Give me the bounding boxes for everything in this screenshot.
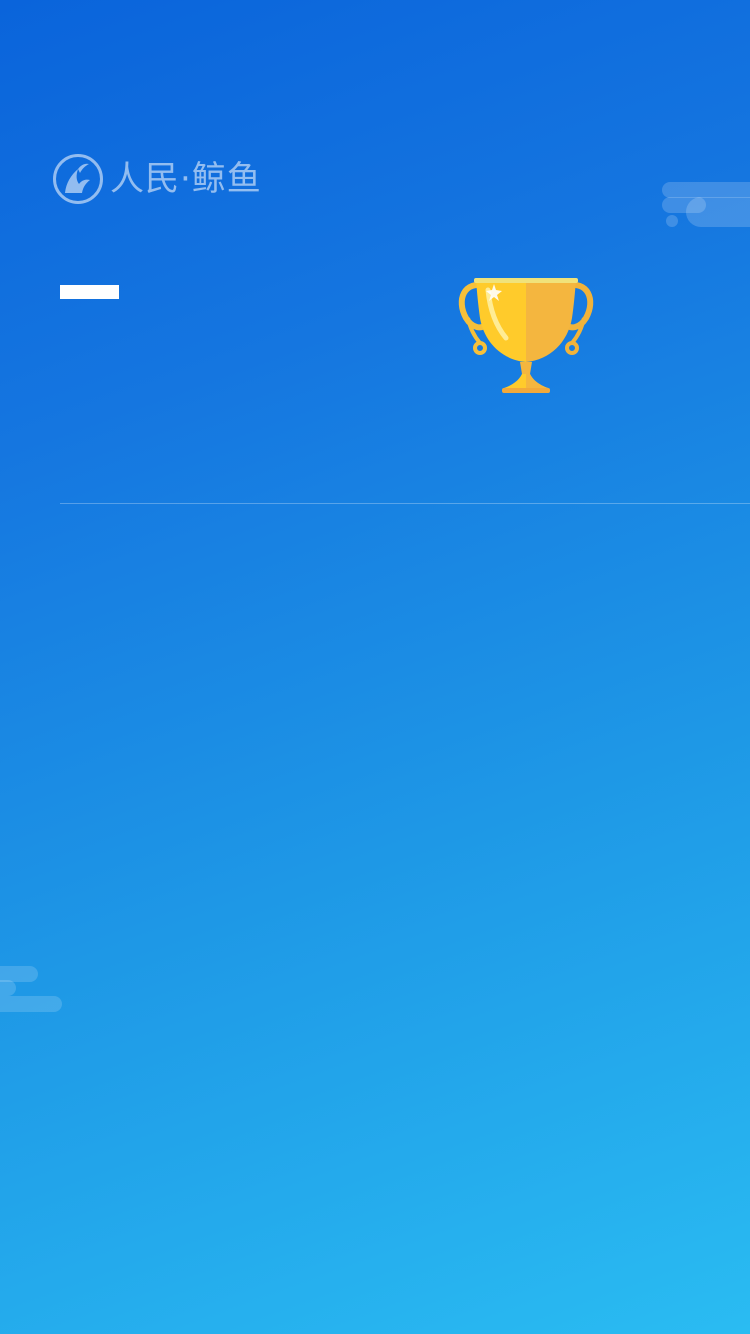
brand-name: 人民·鲸鱼 xyxy=(110,159,262,199)
whale-logo-icon xyxy=(53,154,103,204)
cloud-icon xyxy=(662,182,750,227)
brand-header: 人民·鲸鱼 xyxy=(52,152,262,206)
title-accent-bar xyxy=(60,285,119,299)
cloud-icon xyxy=(0,966,62,1012)
splash-screen: 人民·鲸鱼 xyxy=(0,0,750,1334)
section-divider xyxy=(60,503,750,504)
trophy-icon xyxy=(458,278,594,393)
